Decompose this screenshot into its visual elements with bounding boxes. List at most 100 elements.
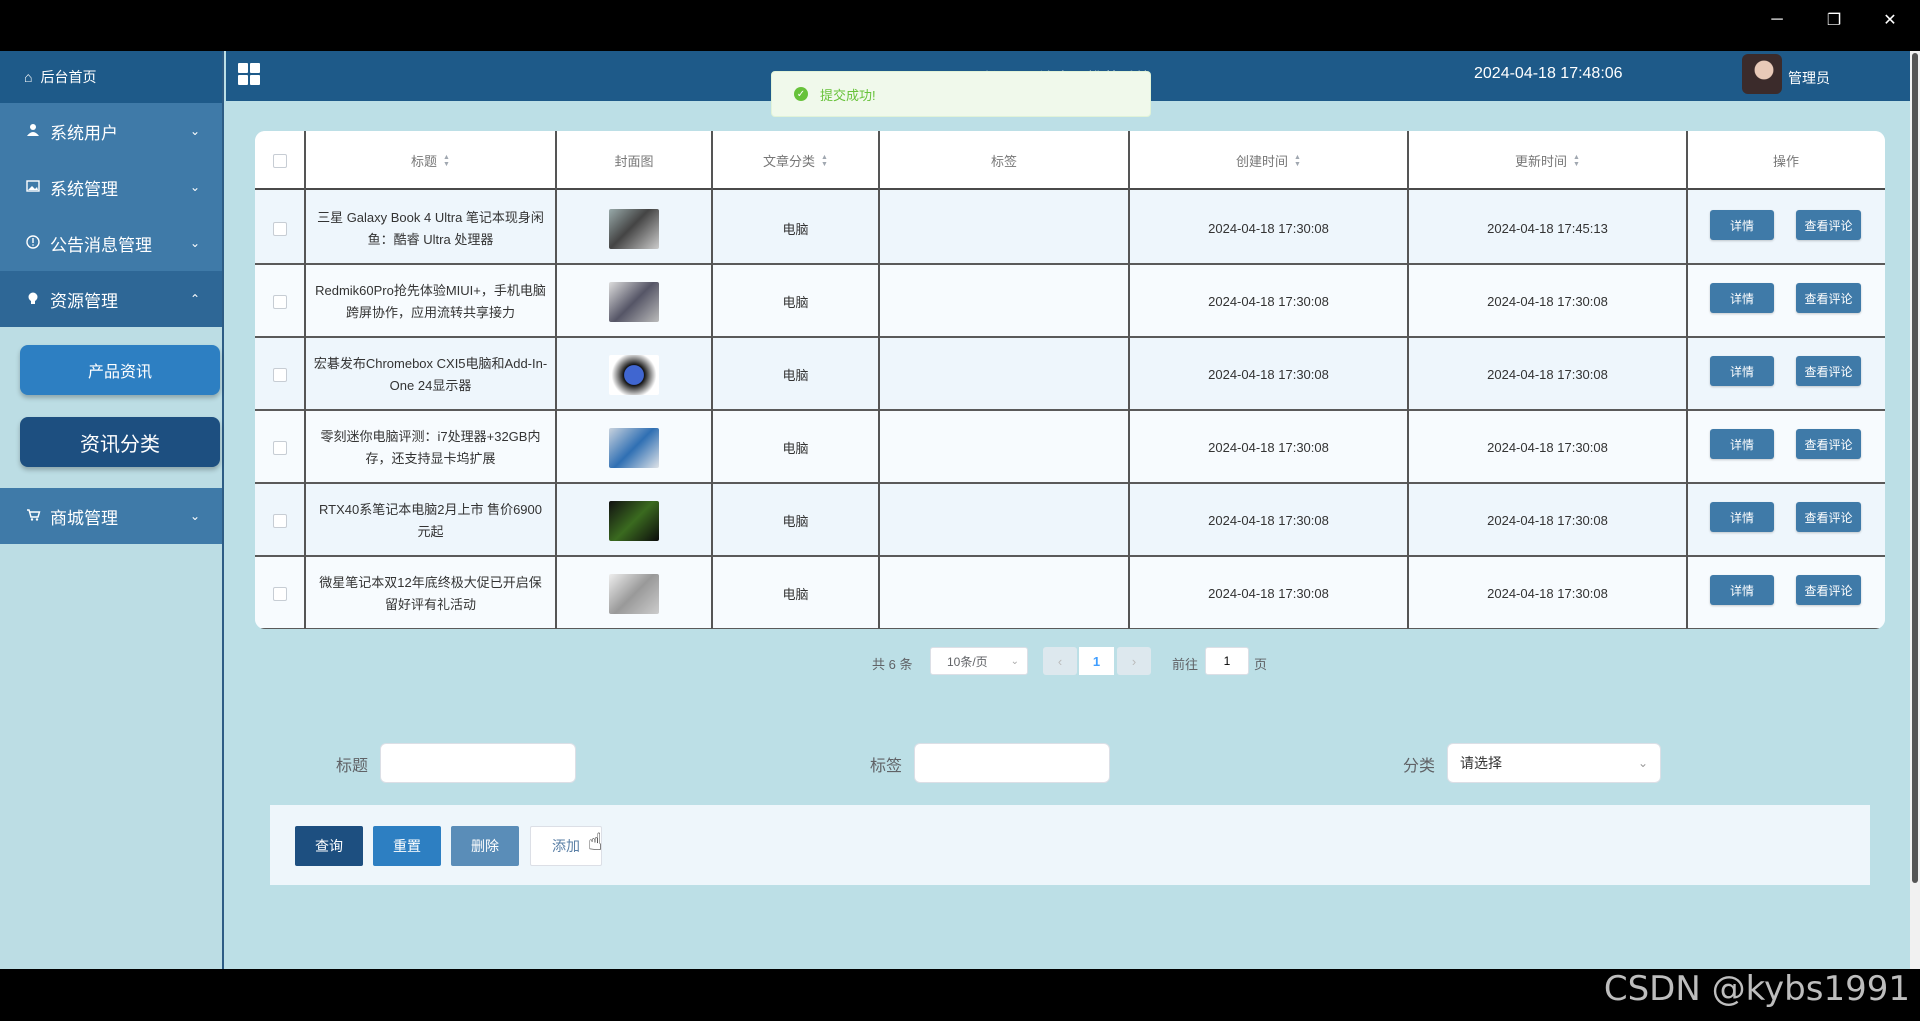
cover-thumbnail[interactable]: [609, 208, 659, 249]
row-created-time: 2024-04-18 17:30:08: [1208, 367, 1329, 382]
row-cover-cell: [556, 411, 712, 484]
row-title: 宏碁发布Chromebox CXI5电脑和Add-In-One 24显示器: [313, 355, 548, 393]
table-row[interactable]: RTX40系笔记本电脑2月上市 售价6900元起 电脑 2024-04-18 17:…: [255, 484, 1885, 557]
row-select-cell: [255, 192, 305, 265]
sidebar-item-system-management[interactable]: 系统管理 ⌄: [0, 159, 222, 215]
column-header-category[interactable]: 文章分类 ▲ ▼: [712, 131, 879, 190]
reset-button[interactable]: 重置: [373, 826, 441, 866]
goto-page-input[interactable]: [1205, 647, 1249, 675]
sort-icon[interactable]: ▲ ▼: [1573, 154, 1580, 168]
submenu-news-category[interactable]: 资讯分类: [20, 417, 220, 467]
detail-button[interactable]: 详情: [1710, 575, 1774, 605]
view-comments-button[interactable]: 查看评论: [1796, 356, 1861, 386]
row-category: 电脑: [782, 514, 809, 529]
pagination: 共 6 条 10条/页 ⌄ ‹ 1 › 前往 页: [0, 647, 1920, 677]
column-header-actions: 操作: [1687, 131, 1885, 190]
sidebar-item-label: 资源管理: [50, 291, 118, 311]
column-divider: [1407, 131, 1409, 629]
column-header-created[interactable]: 创建时间 ▲ ▼: [1129, 131, 1408, 190]
view-comments-button[interactable]: 查看评论: [1796, 210, 1861, 240]
sidebar-item-mall[interactable]: 商城管理 ⌄: [0, 488, 222, 544]
column-header-updated[interactable]: 更新时间 ▲ ▼: [1408, 131, 1687, 190]
row-tag: [879, 265, 1129, 338]
view-comments-button[interactable]: 查看评论: [1796, 502, 1861, 532]
row-tag: [879, 338, 1129, 411]
row-cover-cell: [556, 338, 712, 411]
table-row[interactable]: Redmik60Pro抢先体验MIUI+，手机电脑跨屏协作，应用流转共享接力 电脑…: [255, 265, 1885, 338]
page-size-select[interactable]: 10条/页 ⌄: [930, 647, 1028, 675]
avatar[interactable]: [1742, 54, 1782, 94]
view-comments-button[interactable]: 查看评论: [1796, 575, 1861, 605]
user-icon: [24, 123, 42, 140]
menu-grid-icon[interactable]: [238, 63, 260, 85]
row-title: RTX40系笔记本电脑2月上市 售价6900元起: [319, 501, 542, 539]
detail-button[interactable]: 详情: [1710, 283, 1774, 313]
tag-filter-input[interactable]: [914, 743, 1110, 783]
view-comments-button[interactable]: 查看评论: [1796, 283, 1861, 313]
table-header: 标题 ▲▼ 封面图 文章分类 ▲▼ 标签 创建时间 ▲▼ 更新时间 ▲▼: [255, 131, 1885, 190]
sort-icon[interactable]: ▲ ▼: [1294, 154, 1301, 168]
sort-icon[interactable]: ▲ ▼: [821, 154, 828, 168]
scrollbar-thumb[interactable]: [1912, 53, 1918, 883]
home-icon: ⌂: [24, 69, 33, 85]
cover-thumbnail[interactable]: [609, 500, 659, 541]
row-cover-cell: [556, 265, 712, 338]
minimize-icon[interactable]: ─: [1757, 6, 1797, 34]
row-updated-time: 2024-04-18 17:30:08: [1487, 440, 1608, 455]
row-category: 电脑: [782, 368, 809, 383]
sidebar-home-label: 后台首页: [40, 69, 97, 85]
column-header-title[interactable]: 标题 ▲ ▼: [305, 131, 556, 190]
prev-page-button[interactable]: ‹: [1043, 647, 1077, 675]
tag-filter-label: 标签: [870, 758, 903, 775]
column-header-label: 更新时间: [1515, 154, 1568, 169]
pagination-total: 共 6 条: [872, 657, 913, 672]
hand-cursor-icon: ☝: [588, 829, 603, 856]
cover-thumbnail[interactable]: [609, 573, 659, 614]
category-select[interactable]: 请选择 ⌄: [1447, 743, 1661, 783]
sidebar-item-home[interactable]: ⌂ 后台首页: [0, 51, 222, 103]
chevron-down-icon: ⌄: [189, 180, 200, 194]
column-divider: [304, 131, 306, 629]
select-all-checkbox[interactable]: [273, 153, 287, 168]
cover-thumbnail[interactable]: [609, 281, 659, 322]
column-header-label: 封面图: [614, 154, 654, 169]
cover-thumbnail[interactable]: [609, 354, 659, 395]
sidebar-item-resources[interactable]: 资源管理 ⌃: [0, 271, 222, 327]
table-row[interactable]: 零刻迷你电脑评测：i7处理器+32GB内存，还支持显卡坞扩展 电脑 2024-04-…: [255, 411, 1885, 484]
action-bar: 查询 重置 删除 添加: [270, 805, 1870, 885]
detail-button[interactable]: 详情: [1710, 356, 1774, 386]
row-created-time: 2024-04-18 17:30:08: [1208, 440, 1329, 455]
page-size-value: 10条/页: [947, 654, 988, 669]
sidebar-item-announcements[interactable]: 公告消息管理 ⌄: [0, 215, 222, 271]
row-checkbox[interactable]: [273, 586, 287, 601]
success-toast: ✓ 提交成功!: [771, 71, 1151, 117]
sidebar-item-system-users[interactable]: 系统用户 ⌄: [0, 103, 222, 159]
close-icon[interactable]: ✕: [1870, 6, 1910, 34]
table-row[interactable]: 宏碁发布Chromebox CXI5电脑和Add-In-One 24显示器 电脑 2…: [255, 338, 1885, 411]
table-row[interactable]: 微星笔记本双12年底终极大促已开启保留好评有礼活动 电脑 2024-04-18 17…: [255, 557, 1885, 629]
detail-button[interactable]: 详情: [1710, 210, 1774, 240]
view-comments-button[interactable]: 查看评论: [1796, 429, 1861, 459]
detail-button[interactable]: 详情: [1710, 502, 1774, 532]
row-checkbox[interactable]: [273, 221, 287, 236]
title-filter-input[interactable]: [380, 743, 576, 783]
submenu-product-news[interactable]: 产品资讯: [20, 345, 220, 395]
sort-icon[interactable]: ▲ ▼: [443, 154, 450, 168]
restore-icon[interactable]: ❐: [1814, 6, 1854, 34]
page-number-current[interactable]: 1: [1079, 647, 1114, 675]
cart-icon: [24, 508, 42, 525]
header-username[interactable]: 管理员: [1788, 68, 1830, 88]
row-checkbox[interactable]: [273, 440, 287, 455]
row-checkbox[interactable]: [273, 513, 287, 528]
delete-button[interactable]: 删除: [451, 826, 519, 866]
column-divider: [1128, 131, 1130, 629]
query-button[interactable]: 查询: [295, 826, 363, 866]
next-page-button[interactable]: ›: [1117, 647, 1151, 675]
row-checkbox[interactable]: [273, 294, 287, 309]
row-checkbox[interactable]: [273, 367, 287, 382]
sidebar-item-label: 商城管理: [50, 508, 118, 528]
detail-button[interactable]: 详情: [1710, 429, 1774, 459]
table-row[interactable]: 三星 Galaxy Book 4 Ultra 笔记本现身闲鱼：酷睿 Ultra …: [255, 192, 1885, 265]
category-select-placeholder: 请选择: [1460, 755, 1502, 771]
cover-thumbnail[interactable]: [609, 427, 659, 468]
